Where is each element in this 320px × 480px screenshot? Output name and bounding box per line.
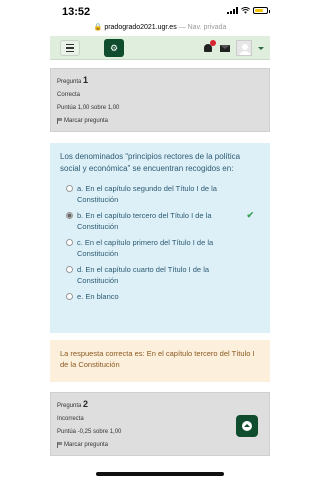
flag-icon [57,442,62,448]
url-separator: — [178,24,186,31]
question-number-value: 1 [83,75,89,85]
correct-check-icon: ✔ [246,210,254,220]
address-bar[interactable]: 🔒 pradogrado2021.ugr.es — Nav. privada [0,22,320,36]
answer-option-e[interactable]: e. En blanco [60,291,260,302]
question-1-content: Los denominados “principios rectores de … [50,143,270,333]
question-number: Pregunta 2 [57,399,263,409]
question-text: Los denominados “principios rectores de … [60,152,241,173]
flag-question-label[interactable]: Marcar pregunta [64,442,108,448]
notifications-bell-icon[interactable] [202,40,216,54]
question-label: Pregunta [57,403,82,409]
question-score: Puntúa -0,25 sobre 1,00 [57,429,122,435]
wifi-icon [241,7,250,14]
url-text: pradogrado2021.ugr.es [104,24,177,31]
radio-button[interactable] [66,239,73,246]
flag-question-label[interactable]: Marcar pregunta [64,118,108,124]
question-state: Incorrecta [57,416,84,422]
answer-text[interactable]: d. En el capítulo cuarto del Título I de… [77,264,227,286]
radio-button[interactable] [66,293,73,300]
signal-icon [227,7,238,14]
cogs-icon[interactable]: ⚙ [104,39,124,57]
answer-text[interactable]: a. En el capítulo segundo del Título I d… [77,183,227,205]
answer-option-a[interactable]: a. En el capítulo segundo del Título I d… [60,183,260,205]
flag-question-link[interactable]: Marcar pregunta [57,118,263,124]
radio-button-selected[interactable] [66,212,73,219]
correct-answer-feedback: La respuesta correcta es: En el capítulo… [50,340,270,382]
arrow-up-icon [242,421,252,431]
radio-button[interactable] [66,266,73,273]
battery-icon [253,7,270,14]
question-label: Pregunta [57,79,82,85]
answer-text[interactable]: c. En el capítulo primero del Título I d… [77,237,227,259]
navbar-actions [202,39,264,57]
answer-option-c[interactable]: c. En el capítulo primero del Título I d… [60,237,260,259]
site-navbar: ⚙ [50,36,270,60]
scroll-to-top-button[interactable] [236,415,258,437]
status-icons [227,7,270,14]
lock-icon: 🔒 [93,24,103,31]
chevron-down-icon[interactable] [258,46,264,50]
status-time: 13:52 [62,6,91,18]
answer-text[interactable]: e. En blanco [77,291,227,302]
hamburger-icon[interactable] [60,40,80,56]
radio-button[interactable] [66,185,73,192]
question-state: Correcta [57,92,81,98]
answer-text[interactable]: b. En el capítulo tercero del Título I d… [77,210,227,232]
private-mode-label: Nav. privada [187,24,227,31]
answer-option-d[interactable]: d. En el capítulo cuarto del Título I de… [60,264,260,286]
answer-option-b[interactable]: b. En el capítulo tercero del Título I d… [60,210,260,232]
question-score: Puntúa 1,00 sobre 1,00 [57,105,120,111]
user-avatar[interactable] [236,40,252,56]
question-number-value: 2 [83,399,89,409]
notification-badge [210,40,216,46]
messages-envelope-icon[interactable] [220,44,230,52]
flag-icon [57,118,62,124]
home-indicator[interactable] [96,472,224,476]
status-bar: 13:52 [0,0,320,22]
flag-question-link[interactable]: Marcar pregunta [57,442,263,448]
answer-list: a. En el capítulo segundo del Título I d… [60,183,260,302]
question-number: Pregunta 1 [57,75,263,85]
question-1-info: Pregunta 1 Correcta Puntúa 1,00 sobre 1,… [50,68,270,132]
